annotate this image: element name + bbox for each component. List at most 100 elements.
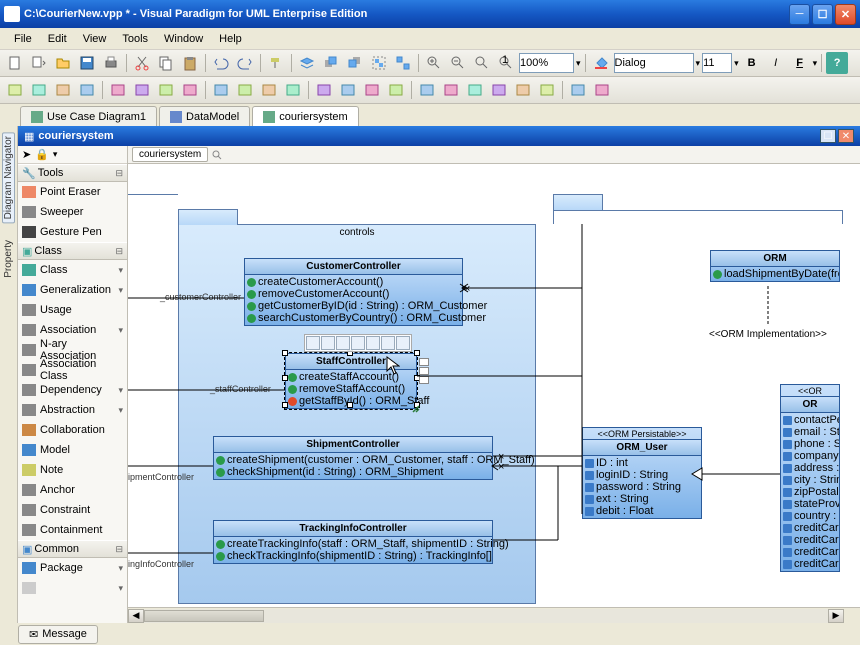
palette-section-tools[interactable]: 🔧 Tools ⊟: [18, 164, 127, 182]
class-orm-top[interactable]: ORM loadShipmentByDate(from: [710, 250, 840, 282]
new-button[interactable]: [4, 52, 26, 74]
diagram-btn-23[interactable]: [567, 79, 589, 101]
menu-edit[interactable]: Edit: [40, 31, 75, 47]
ft-btn-5[interactable]: [366, 336, 380, 350]
open-button[interactable]: [52, 52, 74, 74]
diagram-btn-24[interactable]: [591, 79, 613, 101]
diagram-btn-4[interactable]: [76, 79, 98, 101]
palette-item-gesture-pen[interactable]: Gesture Pen: [18, 222, 127, 242]
menu-help[interactable]: Help: [211, 31, 250, 47]
zoom-icon[interactable]: [212, 150, 222, 160]
inner-maximize-button[interactable]: ☐: [820, 129, 836, 143]
tab-couriersystem[interactable]: couriersystem: [252, 106, 358, 126]
palette-item-nary-association[interactable]: N-ary Association: [18, 340, 127, 360]
zoom-out-button[interactable]: [447, 52, 469, 74]
ft-btn-4[interactable]: [351, 336, 365, 350]
menu-file[interactable]: File: [6, 31, 40, 47]
maximize-button[interactable]: ☐: [812, 4, 833, 25]
inner-close-button[interactable]: ✕: [838, 129, 854, 143]
ft-btn-3[interactable]: [336, 336, 350, 350]
scroll-left-button[interactable]: ◀: [128, 609, 144, 623]
diagram-btn-15[interactable]: [361, 79, 383, 101]
font-combo[interactable]: [614, 53, 694, 73]
side-tab-diagram-navigator[interactable]: Diagram Navigator: [2, 132, 15, 223]
palette-item-abstraction[interactable]: Abstraction▾: [18, 400, 127, 420]
palette-item-dependency[interactable]: Dependency▾: [18, 380, 127, 400]
new-dropdown-button[interactable]: [28, 52, 50, 74]
diagram-btn-3[interactable]: [52, 79, 74, 101]
paste-button[interactable]: [179, 52, 201, 74]
class-tracking-controller[interactable]: TrackingInfoController createTrackingInf…: [213, 520, 493, 564]
diagram-btn-13[interactable]: [313, 79, 335, 101]
palette-item-usage[interactable]: Usage: [18, 300, 127, 320]
format-copy-button[interactable]: [265, 52, 287, 74]
diagram-btn-7[interactable]: [155, 79, 177, 101]
bring-front-button[interactable]: [320, 52, 342, 74]
diagram-btn-16[interactable]: [385, 79, 407, 101]
class-staff-controller[interactable]: StaffController createStaffAccount() rem…: [285, 353, 417, 409]
class-orm-right[interactable]: <<OR OR contactPe email : St phone : S c…: [780, 384, 840, 572]
font-size-combo[interactable]: [702, 53, 732, 73]
scroll-right-button[interactable]: ▶: [828, 609, 844, 623]
diagram-btn-2[interactable]: [28, 79, 50, 101]
diagram-btn-1[interactable]: [4, 79, 26, 101]
palette-item-collaboration[interactable]: Collaboration: [18, 420, 127, 440]
diagram-btn-20[interactable]: [488, 79, 510, 101]
class-orm-user[interactable]: <<ORM Persistable>> ORM_User ID : int lo…: [582, 427, 702, 519]
ft-btn-1[interactable]: [306, 336, 320, 350]
redo-button[interactable]: [234, 52, 256, 74]
zoom-in-button[interactable]: [423, 52, 445, 74]
diagram-btn-22[interactable]: [536, 79, 558, 101]
palette-item-generalization[interactable]: Generalization▾: [18, 280, 127, 300]
diagram-btn-6[interactable]: [131, 79, 153, 101]
class-customer-controller[interactable]: CustomerController createCustomerAccount…: [244, 258, 463, 326]
copy-button[interactable]: [155, 52, 177, 74]
diagram-btn-5[interactable]: [107, 79, 129, 101]
minimize-button[interactable]: ─: [789, 4, 810, 25]
diagram-btn-10[interactable]: [234, 79, 256, 101]
breadcrumb-item[interactable]: couriersystem: [132, 147, 208, 162]
diagram-btn-17[interactable]: [416, 79, 438, 101]
diagram-btn-19[interactable]: [464, 79, 486, 101]
class-shipment-controller[interactable]: ShipmentController createShipment(custom…: [213, 436, 493, 480]
footer-message-tab[interactable]: ✉ Message: [18, 625, 98, 644]
sh-btn-2[interactable]: [419, 367, 429, 375]
palette-item-association-class[interactable]: Association Class: [18, 360, 127, 380]
horizontal-scrollbar[interactable]: ◀ ▶: [128, 607, 860, 623]
diagram-btn-8[interactable]: [179, 79, 201, 101]
diagram-btn-9[interactable]: [210, 79, 232, 101]
save-button[interactable]: [76, 52, 98, 74]
sh-btn-3[interactable]: [419, 376, 429, 384]
palette-item-package[interactable]: Package▾: [18, 558, 127, 578]
resize-grip-icon[interactable]: [411, 404, 421, 414]
diagram-btn-21[interactable]: [512, 79, 534, 101]
help-button[interactable]: ?: [826, 52, 848, 74]
diagram-btn-12[interactable]: [282, 79, 304, 101]
italic-button[interactable]: I: [765, 52, 787, 74]
selection-tool-icon[interactable]: ➤: [22, 148, 31, 161]
send-back-button[interactable]: [344, 52, 366, 74]
palette-item-containment[interactable]: Containment: [18, 520, 127, 540]
font-color-button[interactable]: F: [789, 52, 811, 74]
undo-button[interactable]: [210, 52, 232, 74]
tab-data-model[interactable]: DataModel: [159, 106, 250, 126]
palette-item-anchor[interactable]: Anchor: [18, 480, 127, 500]
menu-window[interactable]: Window: [156, 31, 211, 47]
palette-item-model[interactable]: Model: [18, 440, 127, 460]
menu-tools[interactable]: Tools: [114, 31, 156, 47]
lock-icon[interactable]: 🔒: [35, 148, 49, 161]
diagram-btn-18[interactable]: [440, 79, 462, 101]
print-button[interactable]: [100, 52, 122, 74]
close-button[interactable]: ✕: [835, 4, 856, 25]
diagram-btn-14[interactable]: [337, 79, 359, 101]
side-tab-property[interactable]: Property: [3, 237, 14, 281]
palette-item-note[interactable]: Note: [18, 460, 127, 480]
palette-item-sweeper[interactable]: Sweeper: [18, 202, 127, 222]
zoom-fit-button[interactable]: [471, 52, 493, 74]
ft-btn-2[interactable]: [321, 336, 335, 350]
palette-item-class[interactable]: Class▾: [18, 260, 127, 280]
cut-button[interactable]: [131, 52, 153, 74]
palette-item-point-eraser[interactable]: Point Eraser: [18, 182, 127, 202]
palette-menu-icon[interactable]: ▾: [53, 149, 58, 160]
diagram-canvas[interactable]: controls _customerController _staffContr…: [128, 164, 860, 607]
